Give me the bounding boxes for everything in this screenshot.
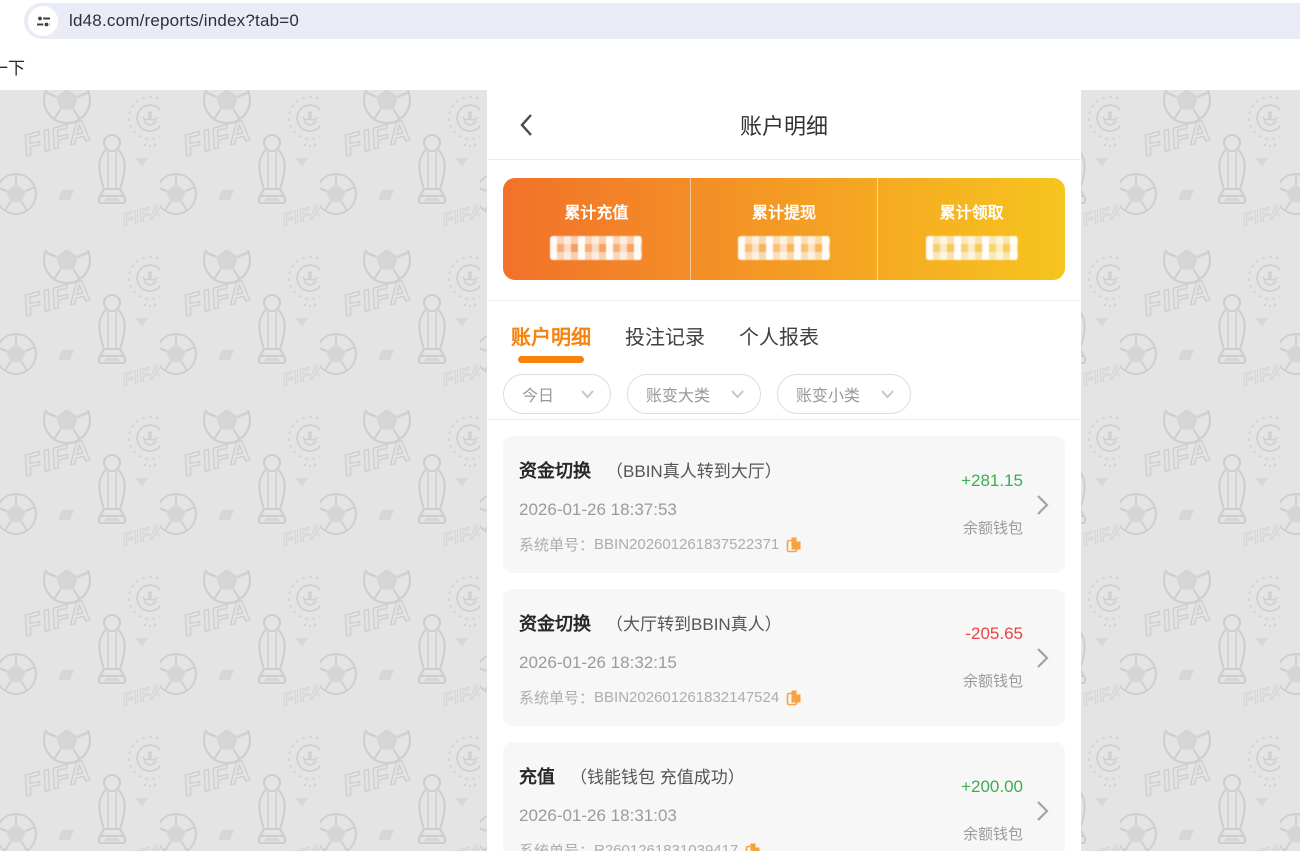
address-bar[interactable]: ld48.com/reports/index?tab=0: [24, 3, 1300, 39]
chevron-right-icon: [1037, 647, 1049, 668]
summary-section: 累计充值 累计提现 累计领取: [487, 160, 1081, 300]
summary-stat: 累计充值: [503, 178, 690, 280]
filter-label: 账变大类: [646, 388, 711, 405]
filter-dropdown[interactable]: 账变大类: [627, 374, 762, 414]
order-number-label: 系统单号：: [519, 537, 595, 554]
order-number: BBIN202601261837522371: [594, 536, 780, 553]
wallet-type: 余额钱包: [962, 673, 1023, 690]
transaction-detail: （钱能钱包 充值成功）: [570, 768, 745, 787]
site-settings-icon[interactable]: [28, 6, 58, 36]
transaction-title: 资金切换 （大厅转到BBIN真人）: [519, 610, 915, 636]
account-detail-panel: 账户明细 累计充值 累计提现 累计领取 账户明细 投注记录 个人报表 今日 账变大类…: [487, 90, 1081, 851]
transaction-title: 充值 （钱能钱包 充值成功）: [519, 763, 915, 789]
page-title: 账户明细: [739, 113, 828, 139]
amount: +281.15: [961, 471, 1023, 490]
amount: +200.00: [961, 777, 1023, 796]
transaction-time: 2026-01-26 18:32:15: [519, 653, 677, 672]
transaction-time: 2026-01-26 18:37:53: [519, 500, 677, 519]
browser-toolbar: ld48.com/reports/index?tab=0: [0, 0, 1300, 42]
page-overflow-text: 一下: [0, 59, 25, 78]
order-number: BBIN202601261832147524: [594, 689, 780, 706]
copy-icon[interactable]: [745, 842, 761, 851]
summary-stat-label: 累计领取: [939, 205, 1004, 222]
filter-label: 账变小类: [796, 388, 861, 405]
wallet-type: 余额钱包: [962, 520, 1023, 537]
order-number: R2601261831039417: [594, 842, 739, 851]
page-background: FIFA FIFA 账户明细 累计充值 累计提现 累计领取: [0, 90, 1300, 851]
transaction-type: 资金切换: [519, 614, 591, 634]
app-header: 账户明细: [487, 90, 1081, 160]
transaction-type: 资金切换: [519, 461, 591, 481]
chevron-right-icon: [1037, 494, 1049, 515]
transaction-detail: （大厅转到BBIN真人）: [606, 615, 782, 634]
page-overflow-row: 一下: [0, 42, 1300, 90]
order-number-label: 系统单号：: [519, 690, 595, 707]
tab-投注记录[interactable]: 投注记录: [625, 301, 705, 370]
tab-账户明细[interactable]: 账户明细: [511, 301, 591, 370]
transaction-list: 资金切换 （BBIN真人转到大厅） 2026-01-26 18:37:53 系统…: [487, 420, 1081, 851]
tab-bar: 账户明细 投注记录 个人报表: [487, 300, 1081, 370]
tab-个人报表[interactable]: 个人报表: [739, 301, 819, 370]
transaction-detail: （BBIN真人转到大厅）: [606, 462, 782, 481]
chevron-down-icon: [881, 390, 894, 399]
transaction-row[interactable]: 资金切换 （大厅转到BBIN真人） 2026-01-26 18:32:15 系统…: [503, 589, 1065, 726]
filter-bar: 今日 账变大类 账变小类: [487, 370, 1081, 420]
filter-dropdown[interactable]: 账变小类: [777, 374, 912, 414]
transaction-title: 资金切换 （BBIN真人转到大厅）: [519, 457, 915, 483]
filter-label: 今日: [522, 388, 555, 405]
summary-stat-masked-value: [925, 236, 1018, 260]
copy-icon[interactable]: [786, 536, 802, 553]
order-number-label: 系统单号：: [519, 840, 594, 851]
summary-stat-masked-value: [550, 236, 643, 260]
transaction-type: 充值: [519, 767, 555, 787]
amount: -205.65: [965, 624, 1023, 643]
transaction-time: 2026-01-26 18:31:03: [519, 806, 677, 825]
chevron-down-icon: [581, 390, 594, 399]
summary-card: 累计充值 累计提现 累计领取: [503, 178, 1065, 280]
summary-stat-label: 累计充值: [564, 205, 629, 222]
transaction-row[interactable]: 资金切换 （BBIN真人转到大厅） 2026-01-26 18:37:53 系统…: [503, 436, 1065, 573]
summary-stat-masked-value: [738, 236, 830, 260]
summary-stat: 累计提现: [689, 178, 878, 280]
wallet-type: 余额钱包: [962, 826, 1023, 843]
copy-icon[interactable]: [786, 689, 802, 706]
summary-stat-label: 累计提现: [752, 205, 817, 222]
url-text[interactable]: ld48.com/reports/index?tab=0: [69, 11, 299, 31]
filter-dropdown[interactable]: 今日: [503, 374, 612, 414]
transaction-row[interactable]: 充值 （钱能钱包 充值成功） 2026-01-26 18:31:03 系统单号：…: [503, 742, 1065, 851]
summary-stat: 累计领取: [877, 178, 1065, 280]
chevron-down-icon: [731, 390, 744, 399]
chevron-right-icon: [1037, 800, 1049, 821]
